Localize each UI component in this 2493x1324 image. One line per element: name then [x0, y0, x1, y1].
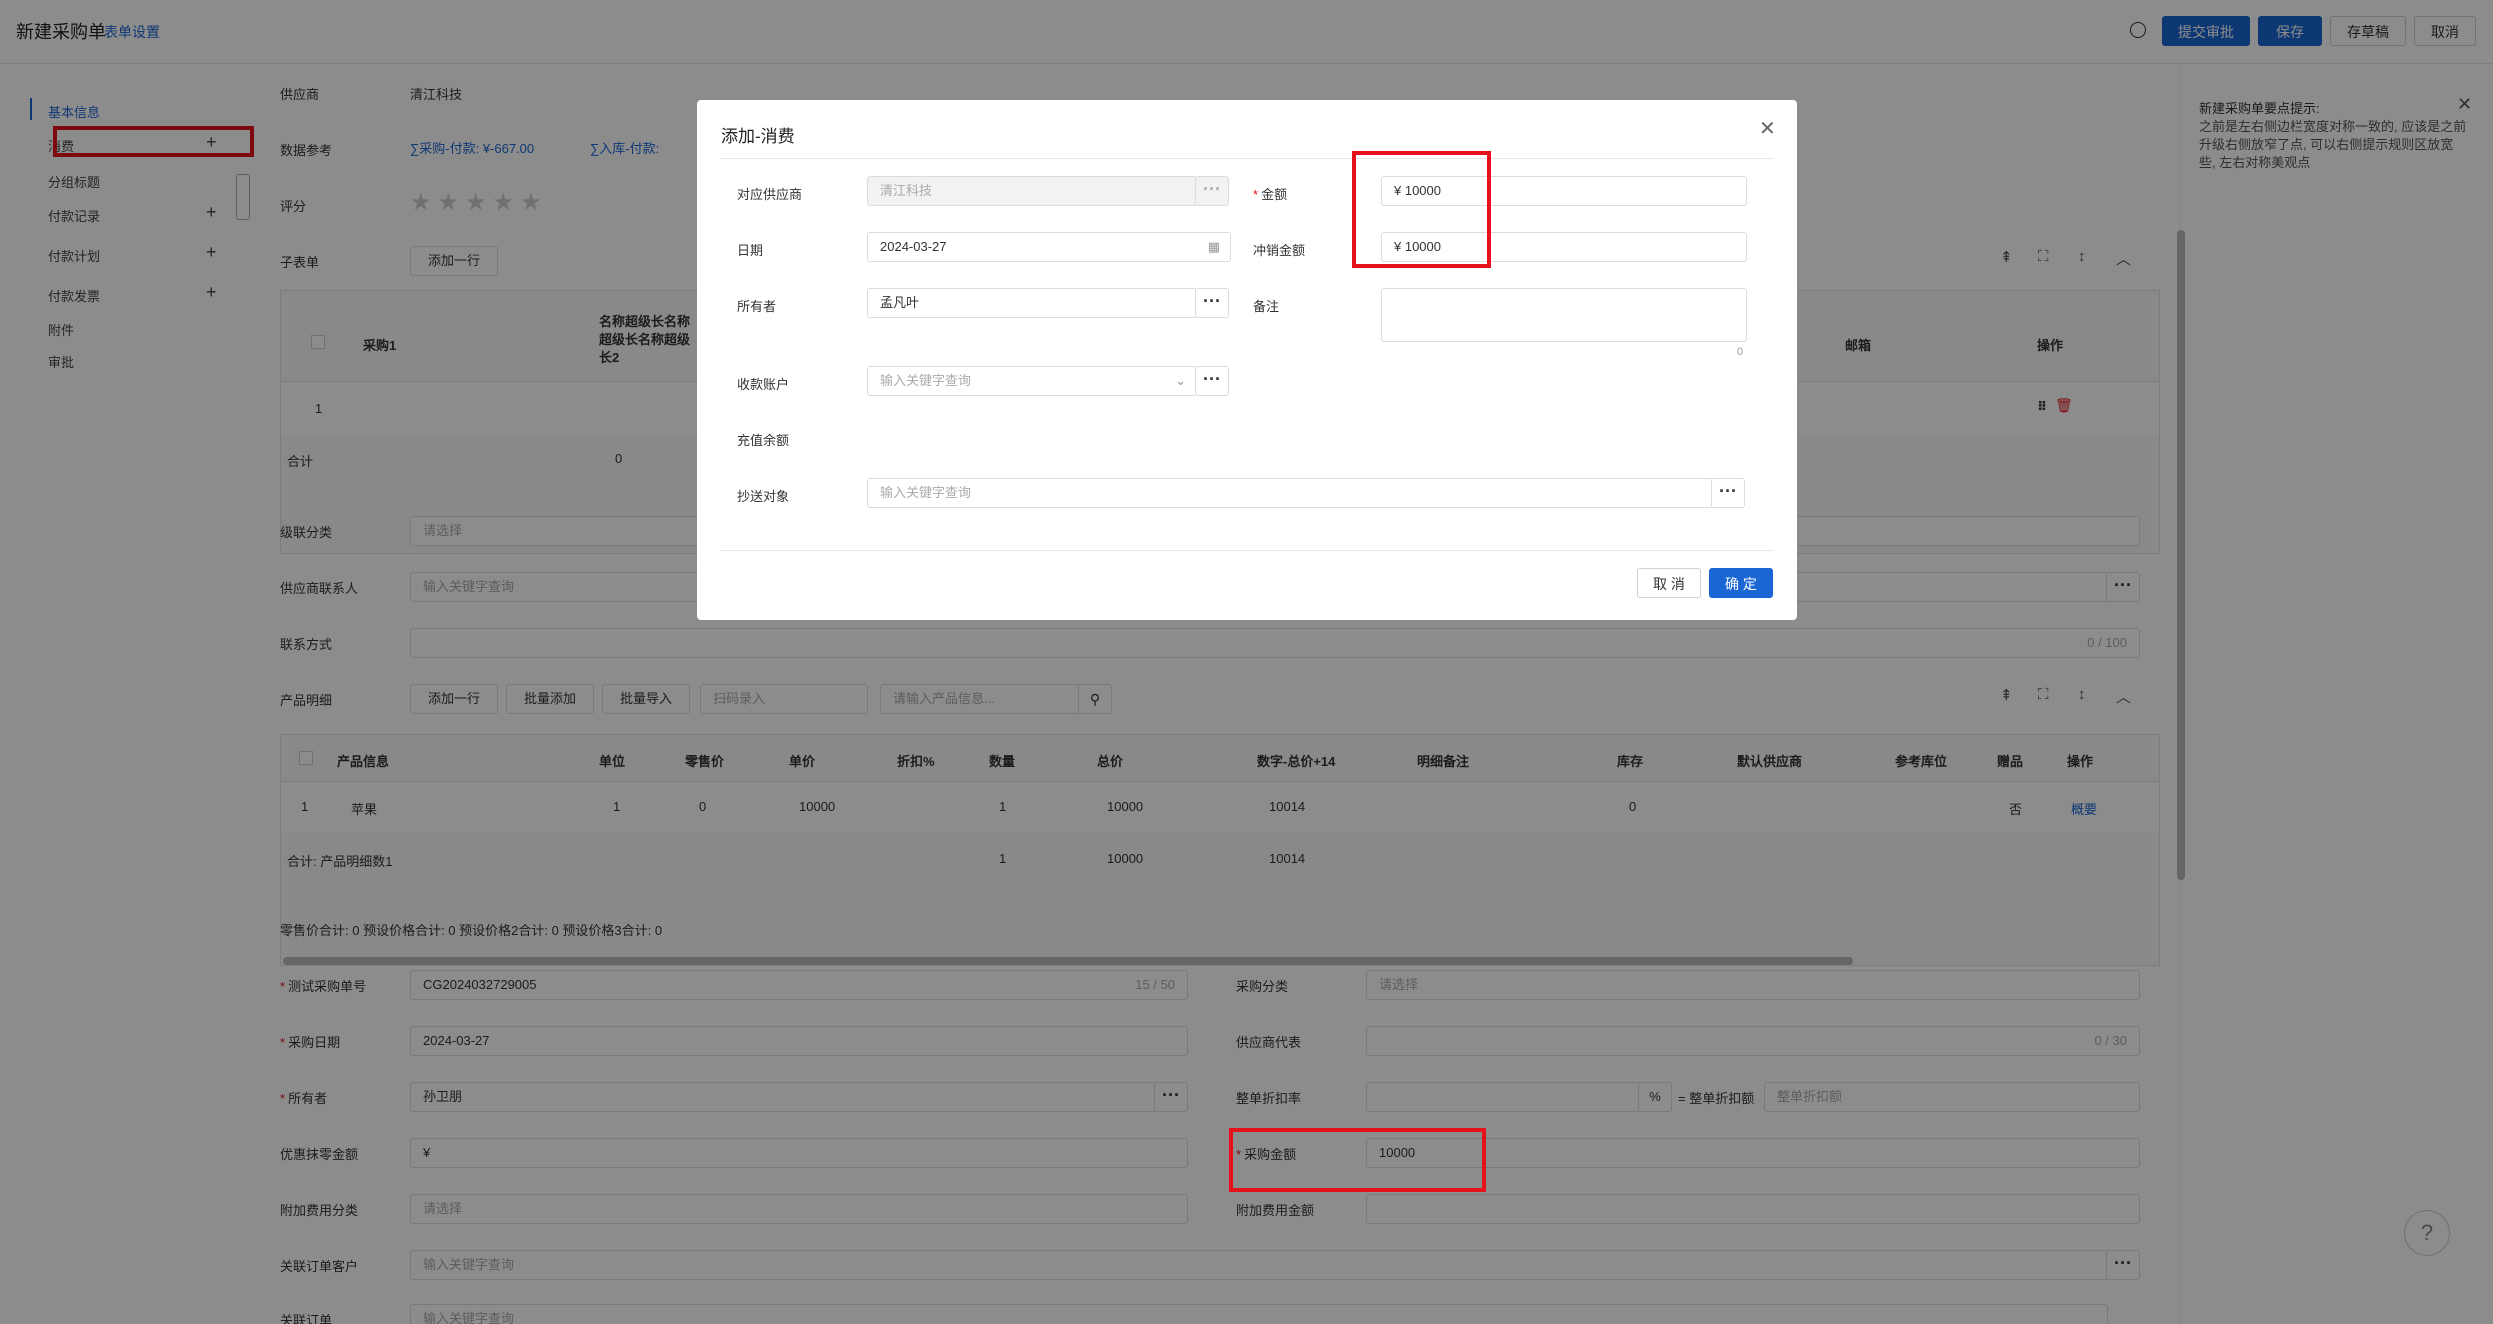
modal-owner-label: 所有者	[737, 299, 777, 314]
highlight-box-modal-amount	[1352, 151, 1491, 268]
modal-date-input[interactable]: 2024-03-27 ▦	[867, 232, 1231, 262]
add-consumption-modal: 添加-消费 ✕ 对应供应商 清江科技 ··· * 金额 ¥ 10000 日期 20…	[697, 100, 1797, 620]
modal-divider	[721, 158, 1773, 159]
modal-cc-input[interactable]: 输入关键字查询	[867, 478, 1713, 508]
modal-account-select[interactable]: 输入关键字查询 ⌄	[867, 366, 1197, 396]
more-icon[interactable]: ···	[1711, 478, 1745, 508]
highlight-box-amount	[1229, 1128, 1486, 1192]
close-icon[interactable]: ✕	[1759, 116, 1776, 141]
modal-cc-label: 抄送对象	[737, 489, 790, 504]
more-icon[interactable]: ···	[1195, 366, 1229, 396]
modal-account-label: 收款账户	[737, 377, 790, 392]
modal-offset-label: 冲销金额	[1253, 243, 1306, 258]
modal-remark-textarea[interactable]	[1381, 288, 1747, 342]
modal-supplier-label: 对应供应商	[737, 187, 803, 202]
modal-cancel-button[interactable]: 取 消	[1637, 568, 1701, 598]
chevron-down-icon: ⌄	[1175, 373, 1186, 388]
modal-date-label: 日期	[737, 243, 764, 258]
more-icon: ···	[1195, 176, 1229, 206]
modal-owner-input[interactable]: 孟凡叶	[867, 288, 1197, 318]
modal-title: 添加-消费	[721, 127, 795, 146]
calendar-icon[interactable]: ▦	[1208, 233, 1220, 261]
modal-supplier-input: 清江科技	[867, 176, 1197, 206]
modal-footer-divider	[721, 550, 1773, 551]
more-icon[interactable]: ···	[1195, 288, 1229, 318]
modal-remark-count: 0	[1737, 346, 1744, 358]
modal-ok-button[interactable]: 确 定	[1709, 568, 1773, 598]
modal-remark-label: 备注	[1253, 299, 1280, 314]
modal-amount-label: * 金额	[1253, 187, 1288, 202]
modal-balance-label: 充值余额	[737, 433, 790, 448]
